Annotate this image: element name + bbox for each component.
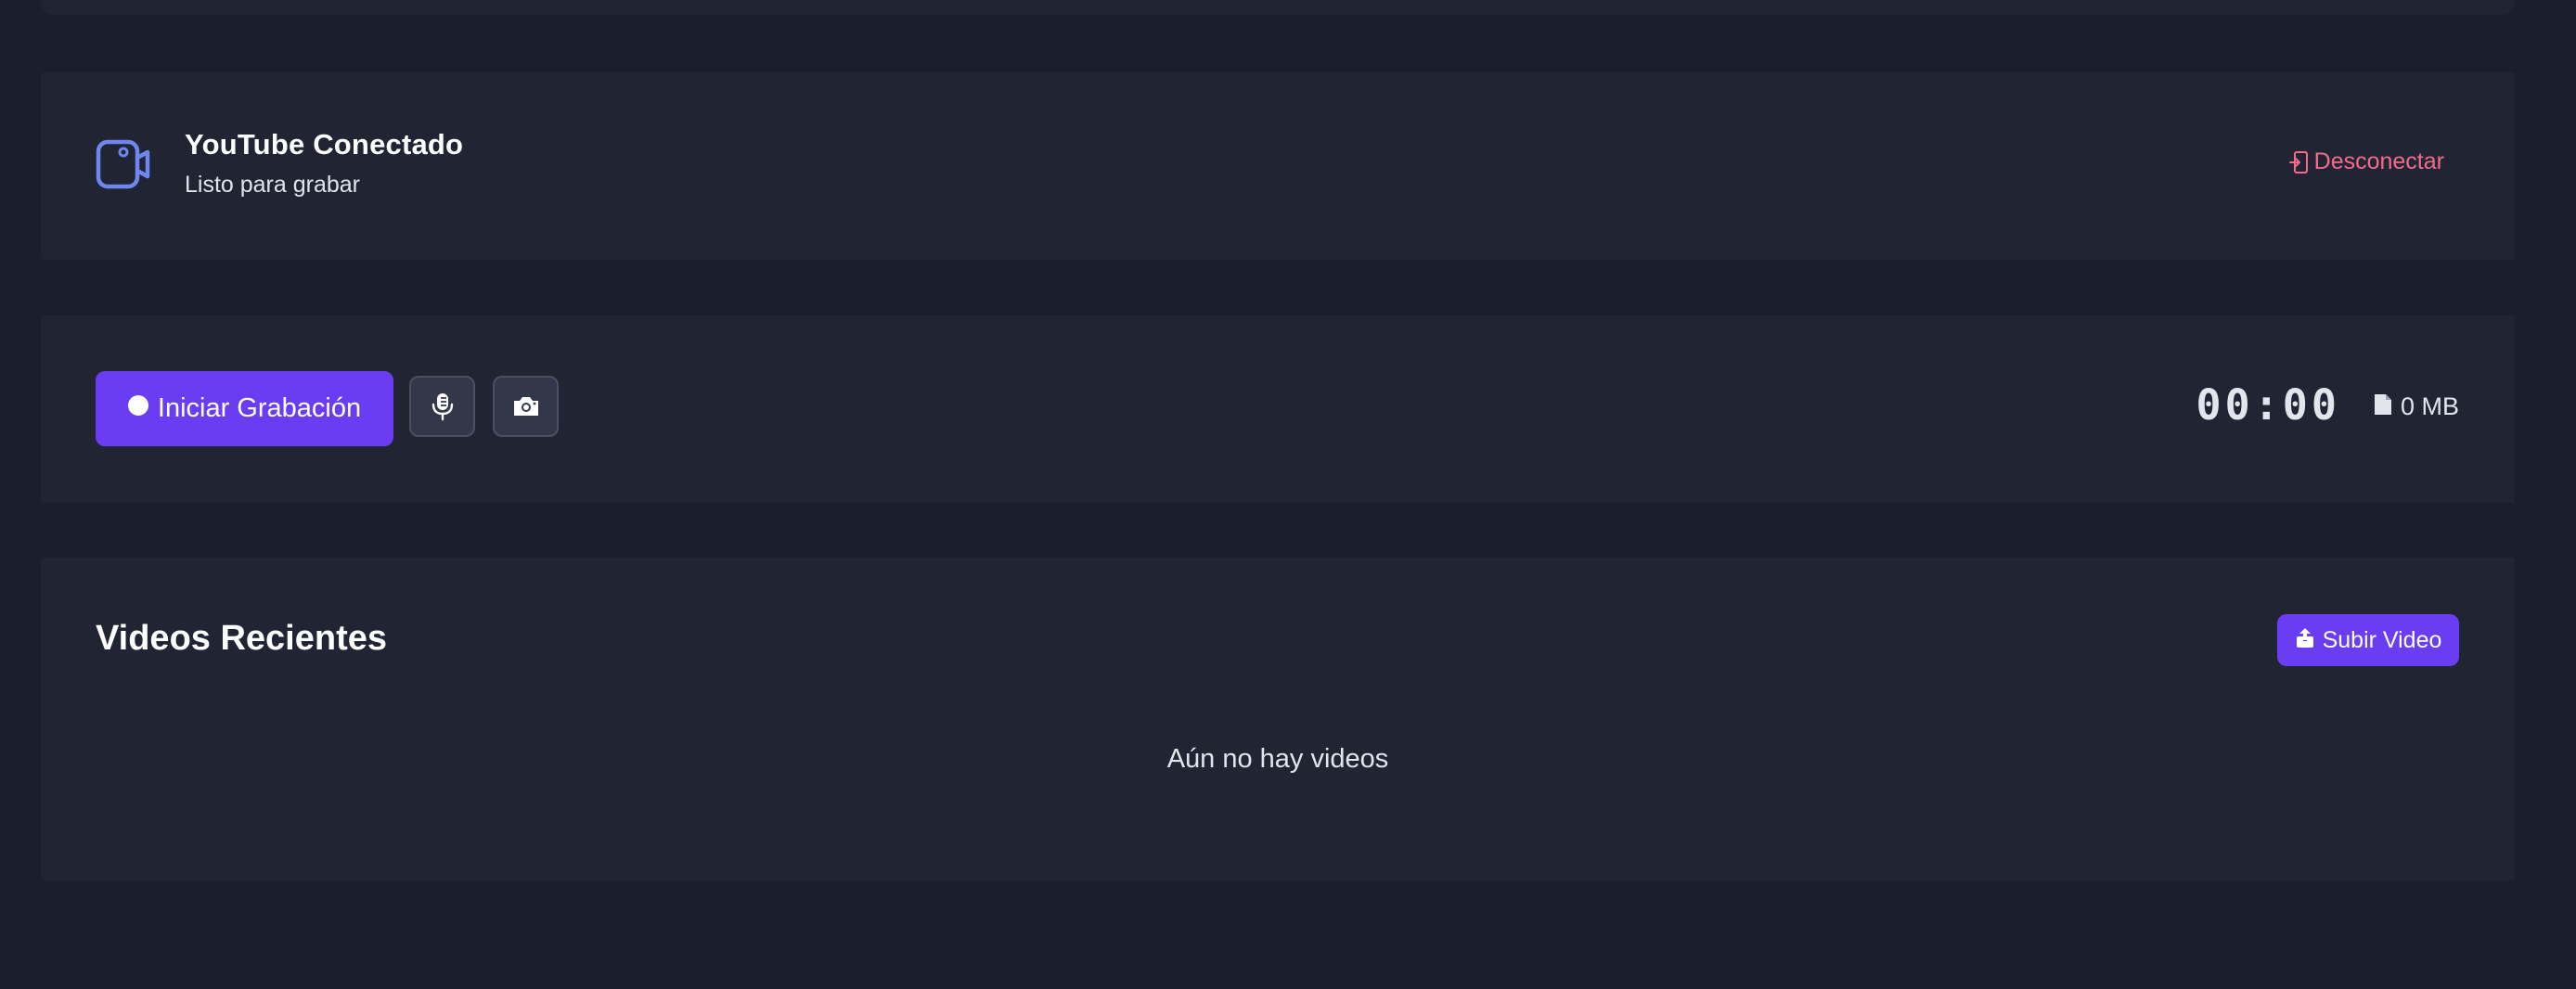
start-recording-button[interactable]: Iniciar Grabación: [96, 371, 393, 446]
top-panel-edge: [41, 0, 2515, 15]
video-camera-icon: [96, 139, 150, 189]
recent-videos-panel: Videos Recientes Subir Video Aún no hay …: [41, 558, 2515, 880]
upload-video-button[interactable]: Subir Video: [2277, 614, 2459, 666]
connection-status: Listo para grabar: [185, 172, 361, 198]
microphone-icon: [431, 393, 453, 421]
upload-video-label: Subir Video: [2322, 626, 2442, 653]
upload-icon: [2296, 628, 2313, 648]
recording-timer: 00:00: [2196, 380, 2340, 430]
file-size-value: 0 MB: [2400, 392, 2459, 420]
file-size-indicator: 0 MB: [2373, 392, 2459, 421]
start-recording-label: Iniciar Grabación: [157, 393, 362, 423]
disconnect-button[interactable]: Desconectar: [2288, 148, 2444, 175]
disconnect-label: Desconectar: [2313, 148, 2444, 174]
file-icon: [2374, 393, 2391, 415]
recording-panel: Iniciar Grabación 00:00 0 MB: [41, 315, 2515, 503]
empty-videos-message: Aún no hay videos: [1166, 744, 1389, 774]
record-dot-icon: [127, 394, 148, 416]
youtube-connection-panel: YouTube Conectado Listo para grabar Desc…: [41, 72, 2515, 260]
camera-toggle-button[interactable]: [493, 376, 559, 437]
microphone-toggle-button[interactable]: [409, 376, 475, 437]
connection-title: YouTube Conectado: [185, 128, 464, 161]
recent-videos-title: Videos Recientes: [96, 619, 388, 658]
logout-icon: [2288, 150, 2308, 173]
camera-icon: [513, 397, 538, 416]
